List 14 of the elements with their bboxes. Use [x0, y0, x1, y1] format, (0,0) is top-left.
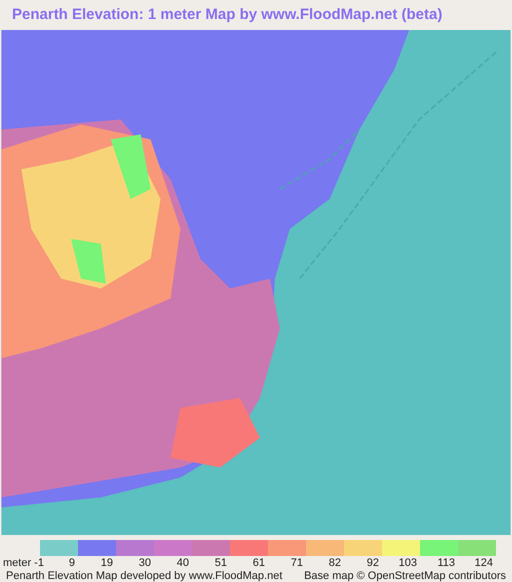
legend-value: 82	[328, 557, 342, 570]
footer-credit: Penarth Elevation Map developed by www.FloodMap.net	[6, 570, 282, 582]
legend-value: 51	[214, 557, 228, 570]
legend-value: 124	[474, 557, 494, 570]
legend-value: 30	[138, 557, 152, 570]
legend-value: 92	[366, 557, 380, 570]
legend-value: 113	[436, 557, 456, 570]
legend-value: 103	[398, 557, 418, 570]
legend-value: 40	[176, 557, 190, 570]
legend-value: 71	[290, 557, 304, 570]
legend-value: 61	[252, 557, 266, 570]
map-title: Penarth Elevation: 1 meter Map by www.FloodMap.net (beta)	[12, 4, 442, 25]
footer-attribution: Base map © OpenStreetMap contributors	[304, 570, 506, 582]
legend-value: 19	[100, 557, 114, 570]
